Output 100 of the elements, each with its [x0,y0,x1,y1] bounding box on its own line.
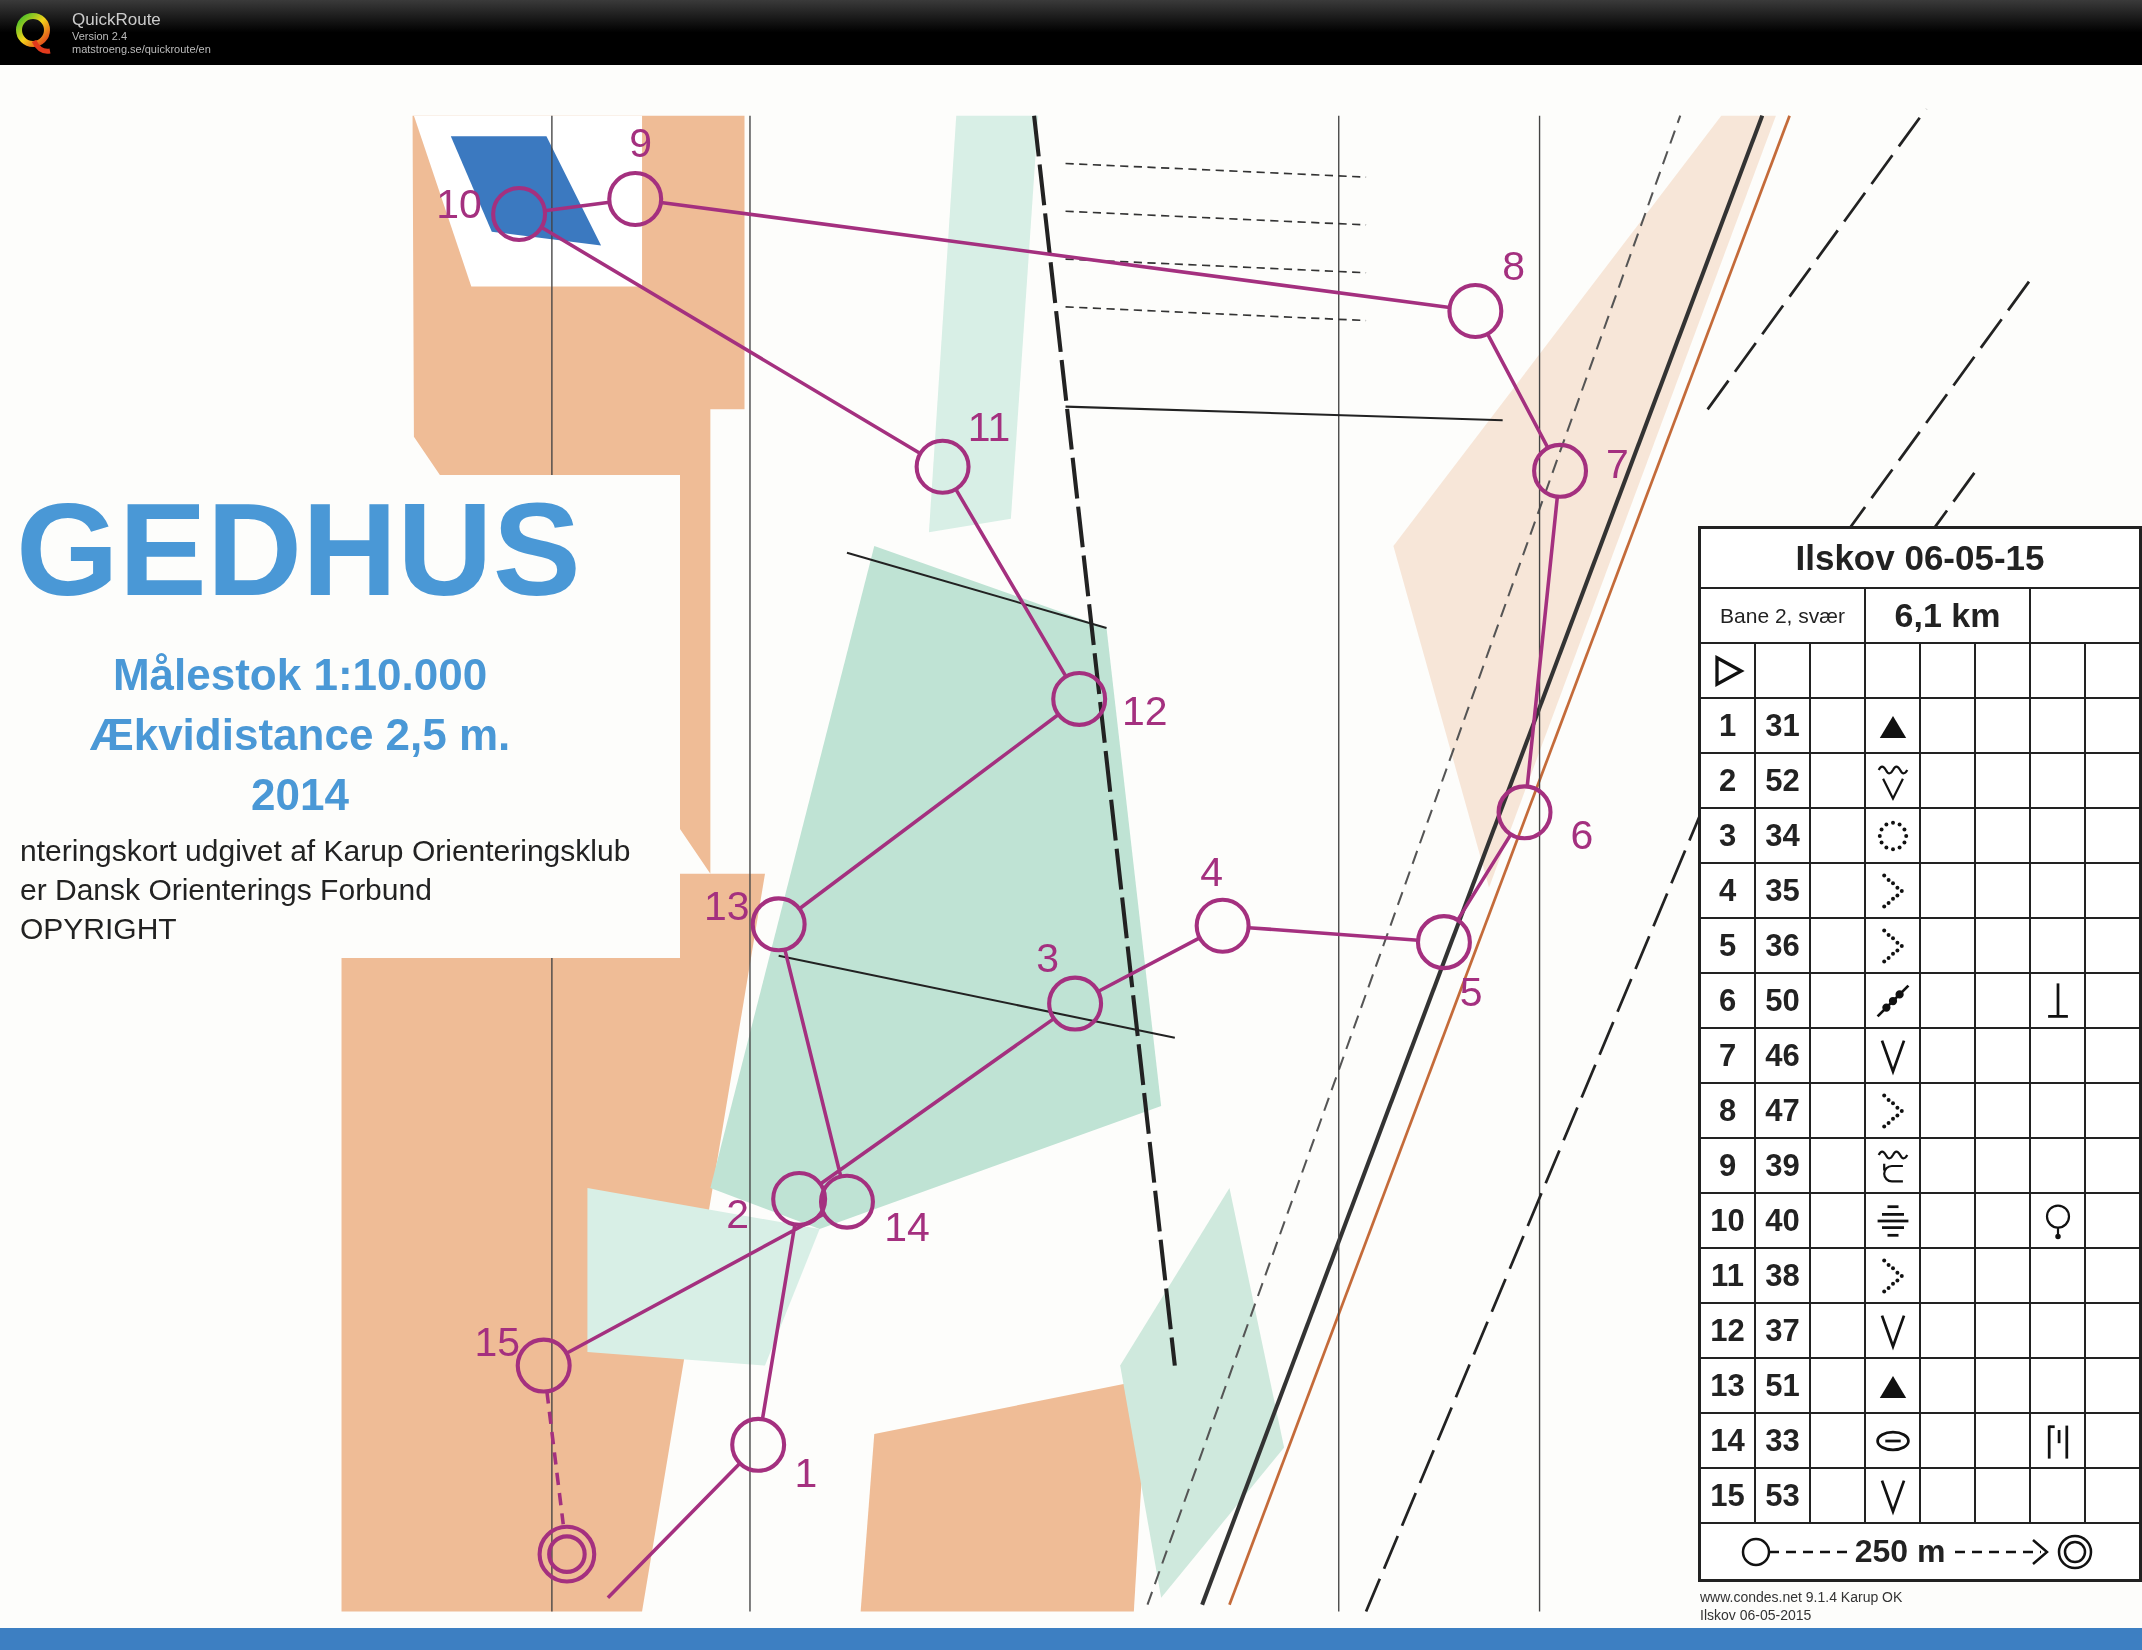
credit-text: OPYRIGHT [20,911,178,947]
table-cell [2031,1084,2084,1137]
table-cell: 11 [1701,1249,1754,1302]
table-cell [1811,1359,1864,1412]
table-cell [1976,1139,2029,1192]
control-number: 9 [629,119,653,166]
table-cell [1811,1194,1864,1247]
table-cell [1921,754,1974,807]
table-cell [1921,919,1974,972]
table-cell [2031,1029,2084,1082]
table-cell: 52 [1756,754,1809,807]
table-cell [2086,864,2139,917]
control-circle [914,438,971,495]
table-cell: 7 [1701,1029,1754,1082]
control-number: 8 [1502,242,1525,289]
table-cell [1811,1469,1864,1522]
table-cell [1921,1304,1974,1357]
control-number: 11 [967,403,1011,450]
control-number: 6 [1570,812,1594,859]
table-cell [1756,644,1809,697]
course-name: Bane 2, svær [1701,589,1864,642]
table-cell [1811,919,1864,972]
table-cell: 36 [1756,919,1809,972]
control-circle [818,1173,875,1230]
control-circle [750,896,807,953]
table-cell [2031,1469,2084,1522]
table-cell [1921,864,1974,917]
table-cell: 10 [1701,1194,1754,1247]
control-number: 5 [1459,969,1483,1016]
control-number: 1 [794,1450,818,1497]
table-cell [1921,1414,1974,1467]
table-cell [1811,1139,1864,1192]
table-cell [1811,1304,1864,1357]
control-number: 10 [436,181,482,228]
course-length: 6,1 km [1866,589,2029,642]
footer-text: www.condes.net 9.1.4 Karup OK [1700,1588,1904,1606]
event-title: Ilskov 06-05-15 [1701,529,2139,587]
table-cell [1811,1249,1864,1302]
table-cell [1976,1414,2029,1467]
table-cell [1921,1249,1974,1302]
control-circle [1047,975,1104,1032]
table-cell [1976,1359,2029,1412]
table-cell [2086,1084,2139,1137]
table-cell: 13 [1701,1359,1754,1412]
table-cell [2086,1194,2139,1247]
table-cell: 47 [1756,1084,1809,1137]
table-cell [1811,1084,1864,1137]
control-number: 14 [884,1204,930,1251]
footer-text: Ilskov 06-05-2015 [1700,1606,1813,1624]
table-cell: 34 [1756,809,1809,862]
table-cell: 38 [1756,1249,1809,1302]
table-cell [2031,699,2084,752]
control-circle [1447,283,1504,339]
table-cell [2031,864,2084,917]
table-cell [2086,919,2139,972]
control-number: 2 [726,1190,750,1237]
table-cell [2031,919,2084,972]
control-circle [1194,897,1251,954]
table-cell: 8 [1701,1084,1754,1137]
table-cell: 12 [1701,1304,1754,1357]
table-cell [1921,1469,1974,1522]
table-cell [2031,1359,2084,1412]
table-cell [1976,864,2029,917]
table-cell [1811,1029,1864,1082]
table-cell: 46 [1756,1029,1809,1082]
table-cell [2086,1304,2139,1357]
table-cell [1811,699,1864,752]
table-cell [1811,809,1864,862]
table-cell: 5 [1701,919,1754,972]
table-cell [2086,1029,2139,1082]
table-cell [2086,644,2139,697]
table-cell: 15 [1701,1469,1754,1522]
table-cell: 39 [1756,1139,1809,1192]
table-cell [2031,644,2084,697]
table-cell [1921,974,1974,1027]
table-cell [1976,809,2029,862]
finish-icon [537,1524,597,1584]
control-circle [1415,914,1472,971]
map-title: GEDHUS [15,475,582,625]
control-circle [730,1416,787,1473]
map-info-text: 2014 [251,769,349,821]
table-cell [1976,644,2029,697]
table-cell: 3 [1701,809,1754,862]
table-cell [1811,974,1864,1027]
table-cell [2086,1414,2139,1467]
table-cell [1921,1084,1974,1137]
table-cell [2086,1249,2139,1302]
app-version: Version 2.4 [72,29,129,43]
control-number: 7 [1606,440,1629,487]
table-cell [1811,754,1864,807]
table-cell: 33 [1756,1414,1809,1467]
table-cell [2086,699,2139,752]
table-cell [1921,1194,1974,1247]
control-circle [1051,670,1108,727]
table-cell [2086,754,2139,807]
map-info-text: Målestok 1:10.000 [112,649,488,701]
control-number: 3 [1036,935,1060,982]
table-cell [2086,974,2139,1027]
table-cell: 4 [1701,864,1754,917]
control-circle [491,186,548,242]
